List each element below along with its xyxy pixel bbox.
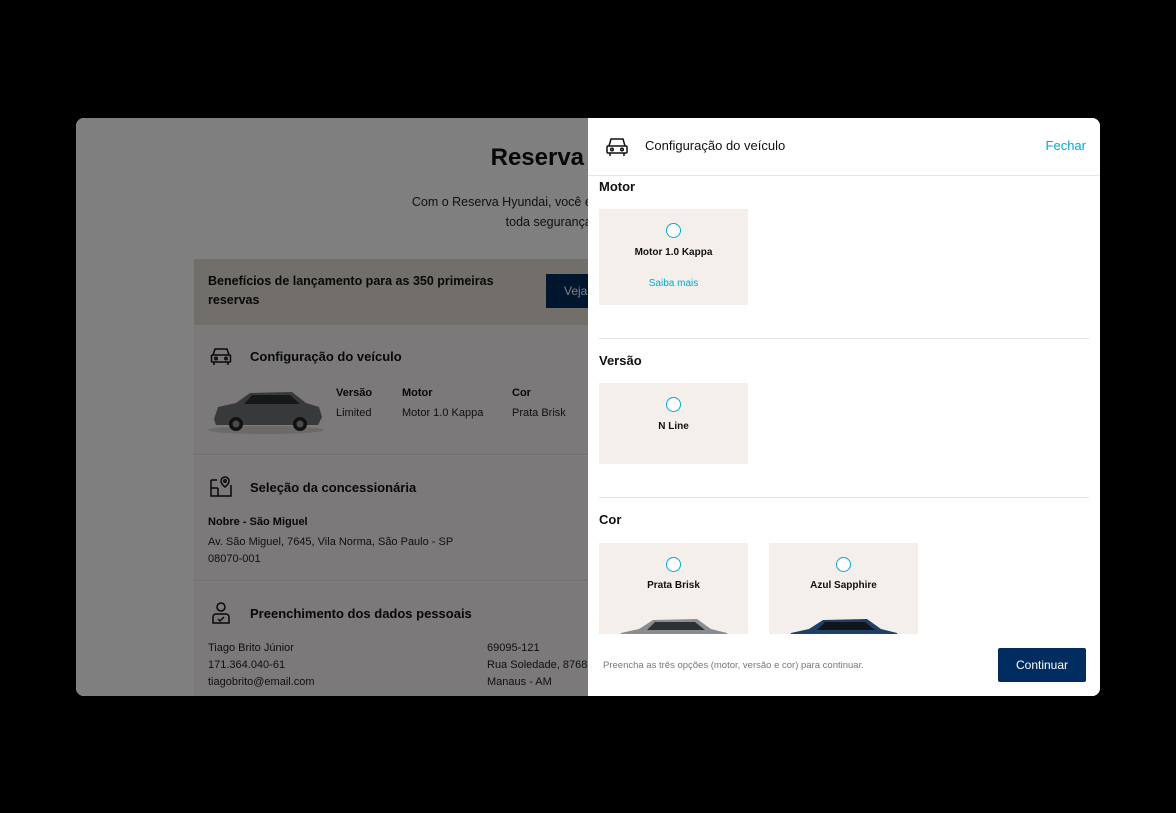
color-option-radio[interactable]: [836, 557, 851, 572]
motor-option-label: Motor 1.0 Kappa: [634, 247, 713, 258]
color-group-title: Cor: [599, 512, 622, 527]
divider: [599, 497, 1089, 498]
color-option-label: Azul Sapphire: [810, 580, 877, 591]
color-option-radio[interactable]: [666, 557, 681, 572]
vehicle-config-panel: Configuração do veículo Fechar Motor Mot…: [588, 118, 1100, 696]
version-option-radio[interactable]: [666, 397, 681, 412]
motor-option-radio[interactable]: [666, 223, 681, 238]
panel-header: Configuração do veículo Fechar: [588, 118, 1100, 176]
color-option-card[interactable]: Prata Brisk: [599, 543, 748, 634]
panel-title: Configuração do veículo: [645, 138, 786, 153]
version-option-card[interactable]: N Line: [599, 383, 748, 464]
motor-group-title: Motor: [599, 179, 636, 194]
silver-car-image: [620, 619, 728, 634]
color-option-card[interactable]: Azul Sapphire: [769, 543, 918, 634]
options-scroll-area[interactable]: Motor Motor 1.0 Kappa Saiba mais Versão …: [588, 176, 1100, 634]
modal-overlay[interactable]: [76, 118, 588, 696]
continue-button[interactable]: Continuar: [998, 648, 1086, 682]
footer-hint: Preencha as três opções (motor, versão e…: [603, 660, 864, 671]
color-option-label: Prata Brisk: [647, 580, 700, 591]
app-window: Reserva Hyundai Com o Reserva Hyundai, v…: [76, 118, 1100, 696]
car-icon: [606, 138, 628, 156]
close-button[interactable]: Fechar: [1046, 138, 1086, 153]
motor-option-card[interactable]: Motor 1.0 Kappa Saiba mais: [599, 209, 748, 305]
blue-car-image: [790, 619, 898, 634]
motor-learn-more-link[interactable]: Saiba mais: [599, 278, 748, 289]
divider: [599, 338, 1089, 339]
panel-footer: Preencha as três opções (motor, versão e…: [588, 634, 1100, 696]
version-group-title: Versão: [599, 353, 642, 368]
version-option-label: N Line: [658, 421, 689, 432]
